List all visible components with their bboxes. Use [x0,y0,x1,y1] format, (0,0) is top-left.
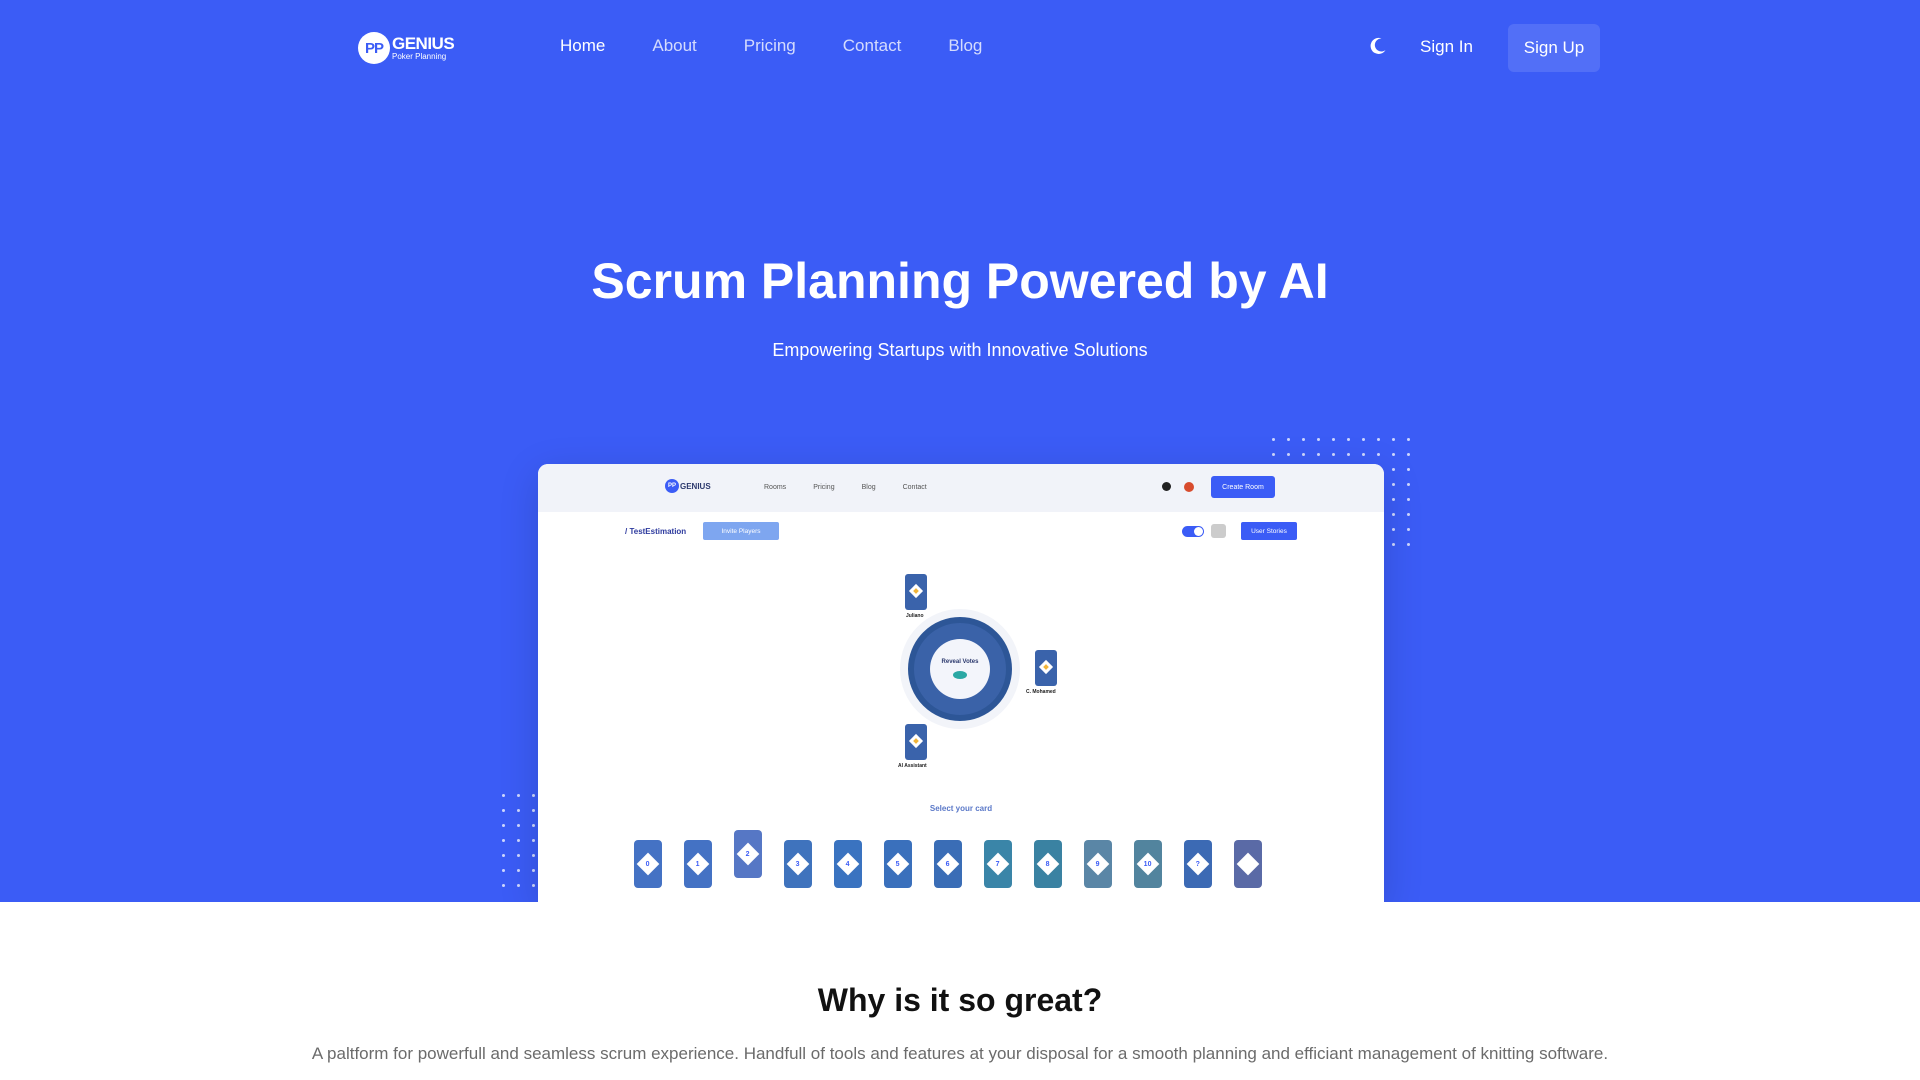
app-preview-screenshot: PP GENIUS Rooms Pricing Blog Contact Cre… [538,464,1384,902]
sign-in-link[interactable]: Sign In [1420,37,1473,57]
preview-invite-button: Invite Players [703,522,779,540]
deck-card: 3 [784,840,812,888]
deck-card-value: 9 [1096,860,1100,868]
player-card [905,724,927,760]
deck-card: 7 [984,840,1012,888]
preview-moon-icon [1162,482,1171,491]
logo[interactable]: PP GENIUS Poker Planning [358,30,462,66]
preview-nav-contact: Contact [902,484,927,491]
player-name: AI Assistant [898,763,927,769]
chip-label: Reveal Votes [941,659,979,665]
hero-title: Scrum Planning Powered by AI [591,253,1329,309]
player-card [905,574,927,610]
top-nav: PP GENIUS Poker Planning Home About Pric… [0,0,1920,96]
deck-card-value: 1 [696,860,700,868]
player-name: C. Mohamed [1026,689,1056,695]
deck-card: 1 [684,840,712,888]
deck-card: 4 [834,840,862,888]
preview-nav-blog: Blog [861,484,876,491]
deck-card-value: 0 [646,860,650,868]
reveal-votes-chip: Reveal Votes [908,617,1012,721]
deck-card: 6 [934,840,962,888]
deck-card-value: 5 [896,860,900,868]
deck-card-value: 4 [846,860,850,868]
moon-icon[interactable] [1368,36,1388,56]
deck-card-value: 6 [946,860,950,868]
preview-nav: PP GENIUS Rooms Pricing Blog Contact Cre… [538,464,1384,512]
eye-icon [953,671,967,679]
deck-card-value: 10 [1144,860,1152,868]
preview-toggle [1182,526,1204,537]
deck-card-value: 3 [796,860,800,868]
preview-nav-rooms: Rooms [764,484,787,491]
deck-card: 5 [884,840,912,888]
player-name: Juliano [906,613,924,619]
hero-subtitle: Empowering Startups with Innovative Solu… [772,340,1148,360]
deck-card: 10 [1134,840,1162,888]
nav-link-contact[interactable]: Contact [843,36,902,56]
sign-up-button[interactable]: Sign Up [1508,24,1600,72]
preview-apple-icon [1184,482,1194,492]
deck-card: ? [1184,840,1212,888]
nav-link-home[interactable]: Home [560,36,605,56]
deck-card: 0 [634,840,662,888]
preview-room-name: / TestEstimation [625,527,687,536]
preview-nav-links: Rooms Pricing Blog Contact [764,484,954,491]
logo-badge: PP [358,32,390,64]
nav-links: Home About Pricing Contact Blog [560,36,1029,56]
player-card [1035,650,1057,686]
deck-card [1234,840,1262,888]
nav-link-pricing[interactable]: Pricing [744,36,796,56]
preview-logo: PP GENIUS [665,479,711,493]
deck-card: 9 [1084,840,1112,888]
logo-tagline: Poker Planning [392,52,447,61]
logo-name: GENIUS [392,34,455,53]
card-deck: 0 1 2 3 4 5 6 7 8 9 10? [634,830,1284,888]
hero-section: PP GENIUS Poker Planning Home About Pric… [0,0,1920,902]
deck-card: 2 [734,830,762,878]
deck-card-value: ? [1195,860,1201,868]
deck-card: 8 [1034,840,1062,888]
deck-card-value: 8 [1046,860,1050,868]
preview-user-stories-button: User Stories [1241,522,1297,540]
why-section-text: A paltform for powerfull and seamless sc… [311,1044,1609,1063]
preview-create-room-button: Create Room [1211,476,1275,498]
preview-nav-pricing: Pricing [813,484,835,491]
why-section-title: Why is it so great? [817,982,1103,1018]
deck-card-value: 7 [996,860,1000,868]
dot-pattern-bottom-left [502,794,535,887]
deck-card-value: 2 [746,850,750,858]
select-card-label: Select your card [929,804,993,813]
preview-robot-icon [1211,524,1226,538]
nav-link-about[interactable]: About [652,36,696,56]
nav-link-blog[interactable]: Blog [948,36,982,56]
